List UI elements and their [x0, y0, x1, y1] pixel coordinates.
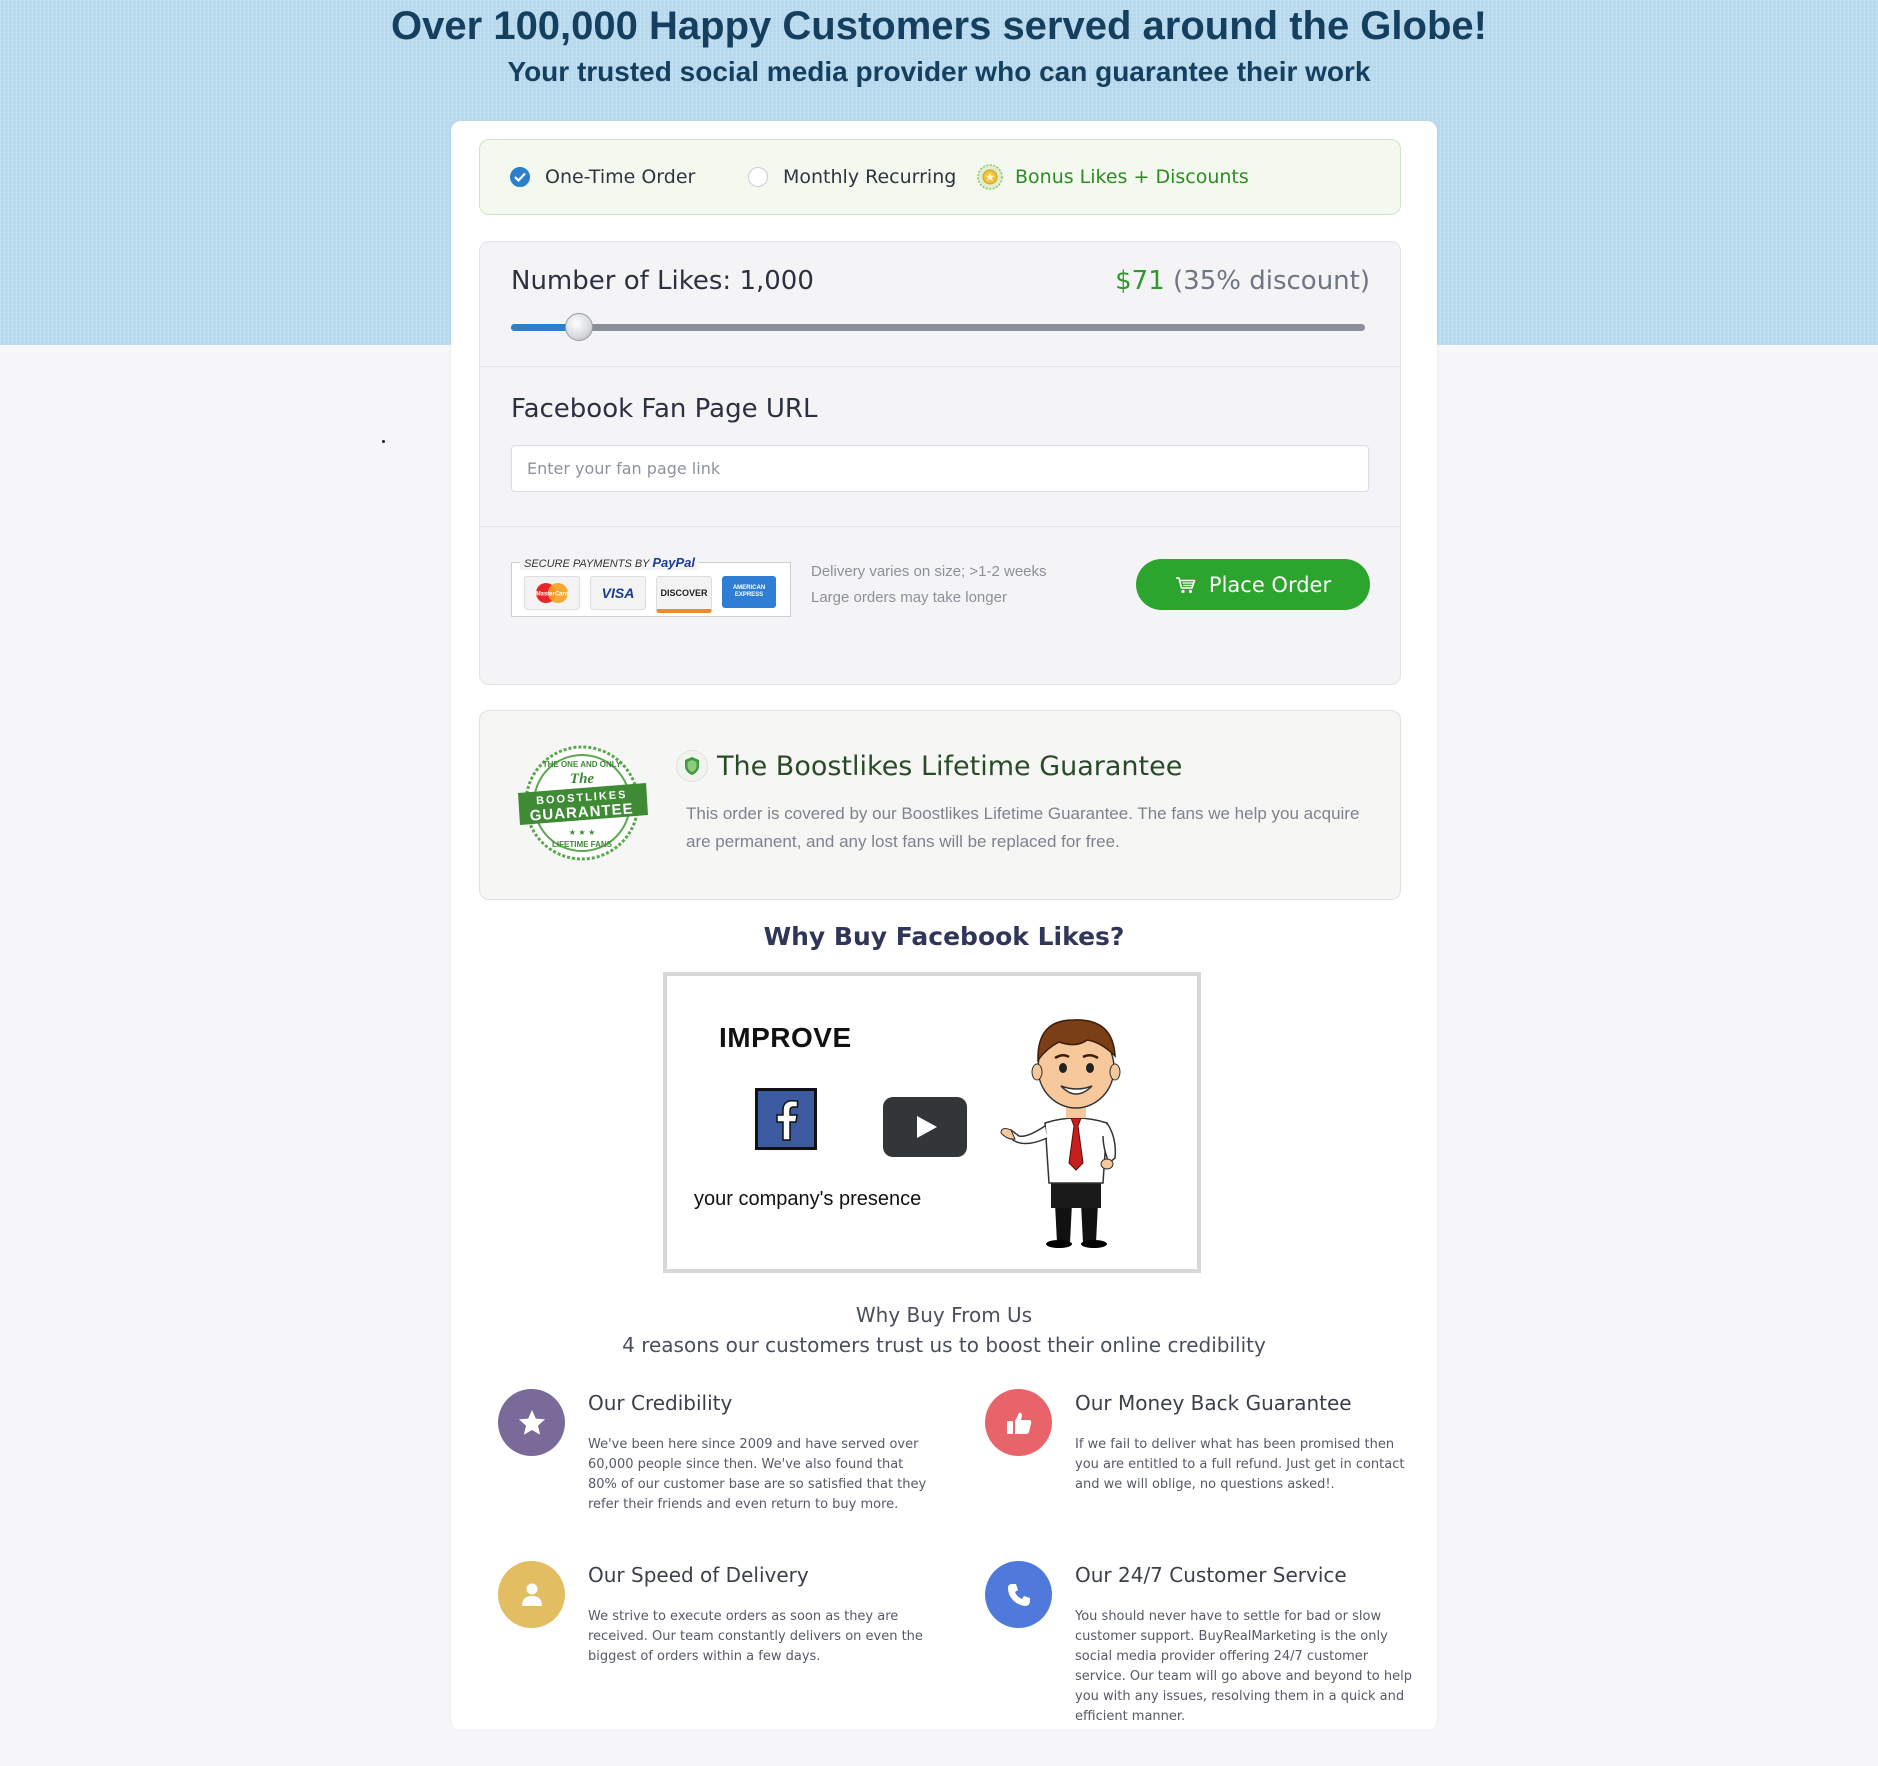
delivery-line-1: Delivery varies on size; >1-2 weeks	[811, 563, 1047, 580]
secure-payments-prefix: SECURE PAYMENTS BY	[524, 558, 650, 570]
cartoon-businessman-image	[1000, 1019, 1121, 1248]
price-discount: (35% discount)	[1173, 266, 1370, 296]
feature-title: Our 24/7 Customer Service	[1075, 1563, 1347, 1587]
delivery-line-2: Large orders may take longer	[811, 589, 1007, 606]
svg-text:★ ★ ★: ★ ★ ★	[569, 828, 596, 837]
fan-page-url-input[interactable]	[511, 445, 1369, 492]
cart-icon	[1175, 576, 1196, 593]
delivery-info: Delivery varies on size; >1-2 weeks Larg…	[811, 559, 1047, 611]
panel-divider	[480, 526, 1400, 527]
stray-dot	[382, 440, 385, 443]
hero-subtitle: Your trusted social media provider who c…	[507, 56, 1371, 87]
amex-icon: AMERICAN EXPRESS	[722, 576, 776, 608]
play-button-icon[interactable]	[883, 1097, 967, 1157]
why-us-header: Why Buy From Us 4 reasons our customers …	[451, 1300, 1437, 1360]
place-order-label: Place Order	[1208, 572, 1332, 597]
discover-icon: DISCOVER	[656, 576, 712, 613]
guarantee-text: This order is covered by our Boostlikes …	[686, 804, 1360, 851]
shield-icon	[676, 750, 708, 782]
panel-divider	[480, 366, 1400, 367]
bonus-label: Bonus Likes + Discounts	[1015, 166, 1249, 188]
why-us-subtitle: 4 reasons our customers trust us to boos…	[622, 1333, 1266, 1357]
why-buy-title: Why Buy Facebook Likes?	[763, 922, 1125, 951]
feature-title: Our Credibility	[588, 1391, 733, 1415]
option-one-time-label: One-Time Order	[545, 166, 696, 188]
secure-payments-title: SECURE PAYMENTS BY PayPal	[520, 555, 700, 570]
guarantee-title-text: The Boostlikes Lifetime Guarantee	[717, 750, 1183, 782]
guarantee-box: THE ONE AND ONLY The BOOSTLIKES GUARANTE…	[479, 710, 1401, 900]
order-panel: Number of Likes: 1,000 $71 (35% discount…	[479, 241, 1401, 685]
feature-title: Our Speed of Delivery	[588, 1563, 809, 1587]
user-icon	[498, 1561, 565, 1628]
guarantee-seal-icon: THE ONE AND ONLY The BOOSTLIKES GUARANTE…	[518, 745, 648, 861]
star-icon	[498, 1389, 565, 1456]
radio-checked-icon[interactable]	[510, 167, 530, 187]
mastercard-label: MasterCard	[535, 592, 568, 598]
seal-top-text: THE ONE AND ONLY	[543, 760, 622, 769]
thumbs-up-icon	[985, 1389, 1052, 1456]
place-order-button[interactable]: Place Order	[1136, 559, 1370, 610]
url-label: Facebook Fan Page URL	[511, 394, 818, 424]
feature-text: We've been here since 2009 and have serv…	[588, 1437, 927, 1512]
option-monthly[interactable]: Monthly Recurring	[748, 140, 956, 214]
radio-unchecked-icon[interactable]	[748, 167, 768, 187]
secure-payments-badge: SECURE PAYMENTS BY PayPal MasterCard VIS…	[511, 555, 791, 617]
visa-icon: VISA	[590, 576, 646, 610]
order-card: One-Time Order Monthly Recurring Bonus L…	[451, 121, 1437, 1730]
mastercard-icon: MasterCard	[524, 576, 580, 610]
likes-count-label: Number of Likes: 1,000	[511, 266, 814, 296]
order-type-selector: One-Time Order Monthly Recurring Bonus L…	[479, 139, 1401, 215]
feature-title: Our Money Back Guarantee	[1075, 1391, 1352, 1415]
price-amount: $71	[1115, 266, 1165, 296]
facebook-icon	[755, 1088, 817, 1150]
bonus-link[interactable]: Bonus Likes + Discounts	[977, 140, 1249, 214]
video-caption: your company's presence	[694, 1188, 922, 1210]
price-display: $71 (35% discount)	[1115, 266, 1370, 296]
paypal-logo: PayPal	[652, 555, 696, 570]
option-monthly-label: Monthly Recurring	[783, 166, 957, 188]
feature-text: We strive to execute orders as soon as t…	[588, 1609, 923, 1664]
hero-title: Over 100,000 Happy Customers served arou…	[391, 4, 1487, 48]
why-us-title: Why Buy From Us	[855, 1303, 1033, 1327]
seal-bottom-text: LIFETIME FANS	[552, 840, 613, 849]
option-one-time[interactable]: One-Time Order	[510, 140, 695, 214]
seal-the-text: The	[570, 771, 595, 787]
feature-text: If we fail to deliver what has been prom…	[1075, 1437, 1405, 1492]
likes-slider[interactable]	[511, 313, 1365, 341]
video-headline: IMPROVE	[719, 1022, 852, 1053]
feature-text: You should never have to settle for bad …	[1075, 1609, 1412, 1724]
explainer-video[interactable]: IMPROVE your company's presence	[663, 972, 1201, 1273]
medal-icon	[977, 164, 1003, 190]
slider-handle[interactable]	[565, 313, 594, 341]
phone-icon	[985, 1561, 1052, 1628]
guarantee-title: The Boostlikes Lifetime Guarantee	[675, 749, 1182, 783]
